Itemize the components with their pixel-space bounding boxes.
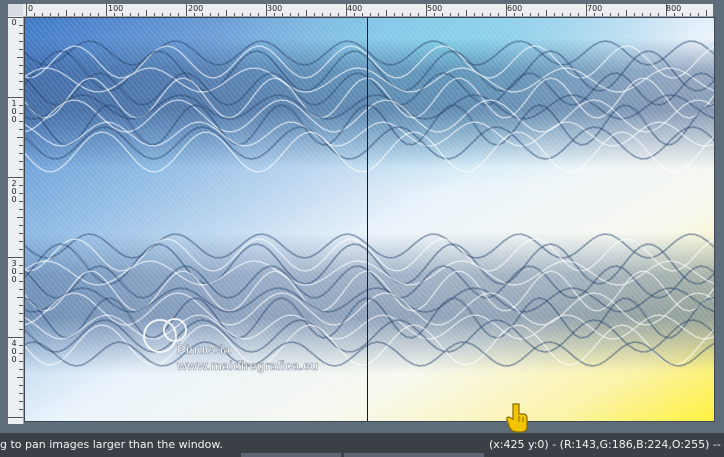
vruler-label: 200: [11, 179, 17, 204]
vruler-label: 0: [11, 18, 17, 27]
cursor-guide-line: [367, 18, 368, 421]
status-coordinates: (x:425 y:0) - (R:143,G:186,B:224,O:255) …: [489, 438, 724, 451]
hruler-label: 100: [108, 4, 124, 13]
hruler-label: 500: [427, 4, 443, 13]
hand-pointer-icon: [506, 403, 528, 433]
hruler-label: 0: [28, 4, 34, 13]
status-divider: [344, 453, 484, 457]
watermark-name: Pinuccia: [177, 342, 231, 357]
vruler-label: 300: [11, 259, 17, 284]
watermark-site: www.maidiregrafica.eu: [176, 358, 318, 373]
hruler-label: 600: [507, 4, 523, 13]
status-divider: [241, 453, 341, 457]
hruler-label: 700: [587, 4, 603, 13]
status-hint: g to pan images larger than the window.: [0, 438, 223, 451]
vruler-label: 100: [11, 99, 17, 124]
horizontal-ruler[interactable]: 0 100 200 300 400 500 600 700 800: [23, 4, 713, 17]
image-canvas[interactable]: Pinuccia www.maidiregrafica.eu: [24, 17, 715, 422]
hruler-label: 800: [666, 4, 682, 13]
hruler-label: 300: [267, 4, 283, 13]
vruler-label: 400: [11, 339, 17, 364]
canvas-artwork: Pinuccia www.maidiregrafica.eu: [25, 18, 714, 421]
hruler-label: 200: [188, 4, 204, 13]
vertical-ruler[interactable]: 0 100 200 300 400: [8, 16, 24, 424]
status-bar: g to pan images larger than the window. …: [0, 433, 724, 457]
hruler-label: 400: [347, 4, 363, 13]
